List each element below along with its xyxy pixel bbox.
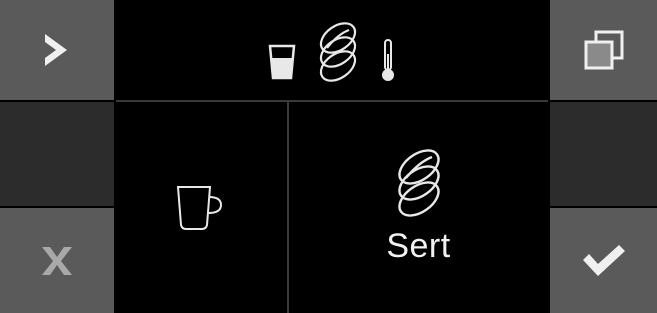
cup-size-option[interactable] [116,102,287,313]
cancel-button[interactable] [0,208,114,313]
glass-icon [268,44,296,80]
left-spacer [0,102,114,206]
strength-label: Sert [386,227,451,265]
coffee-beans-icon [397,149,440,217]
copy-button[interactable] [550,0,657,100]
close-x-icon [42,246,72,275]
coffee-beans-icon [319,22,357,82]
right-spacer [550,102,657,206]
chevron-right-icon [45,34,67,66]
confirm-button[interactable] [550,208,657,313]
cup-icon [176,185,222,230]
thermometer-icon [382,39,394,81]
strength-option[interactable]: Sert [289,102,548,313]
copy-icon [584,30,623,70]
status-icon-bar [116,0,548,100]
next-button[interactable] [0,0,114,100]
checkmark-icon [582,244,625,276]
